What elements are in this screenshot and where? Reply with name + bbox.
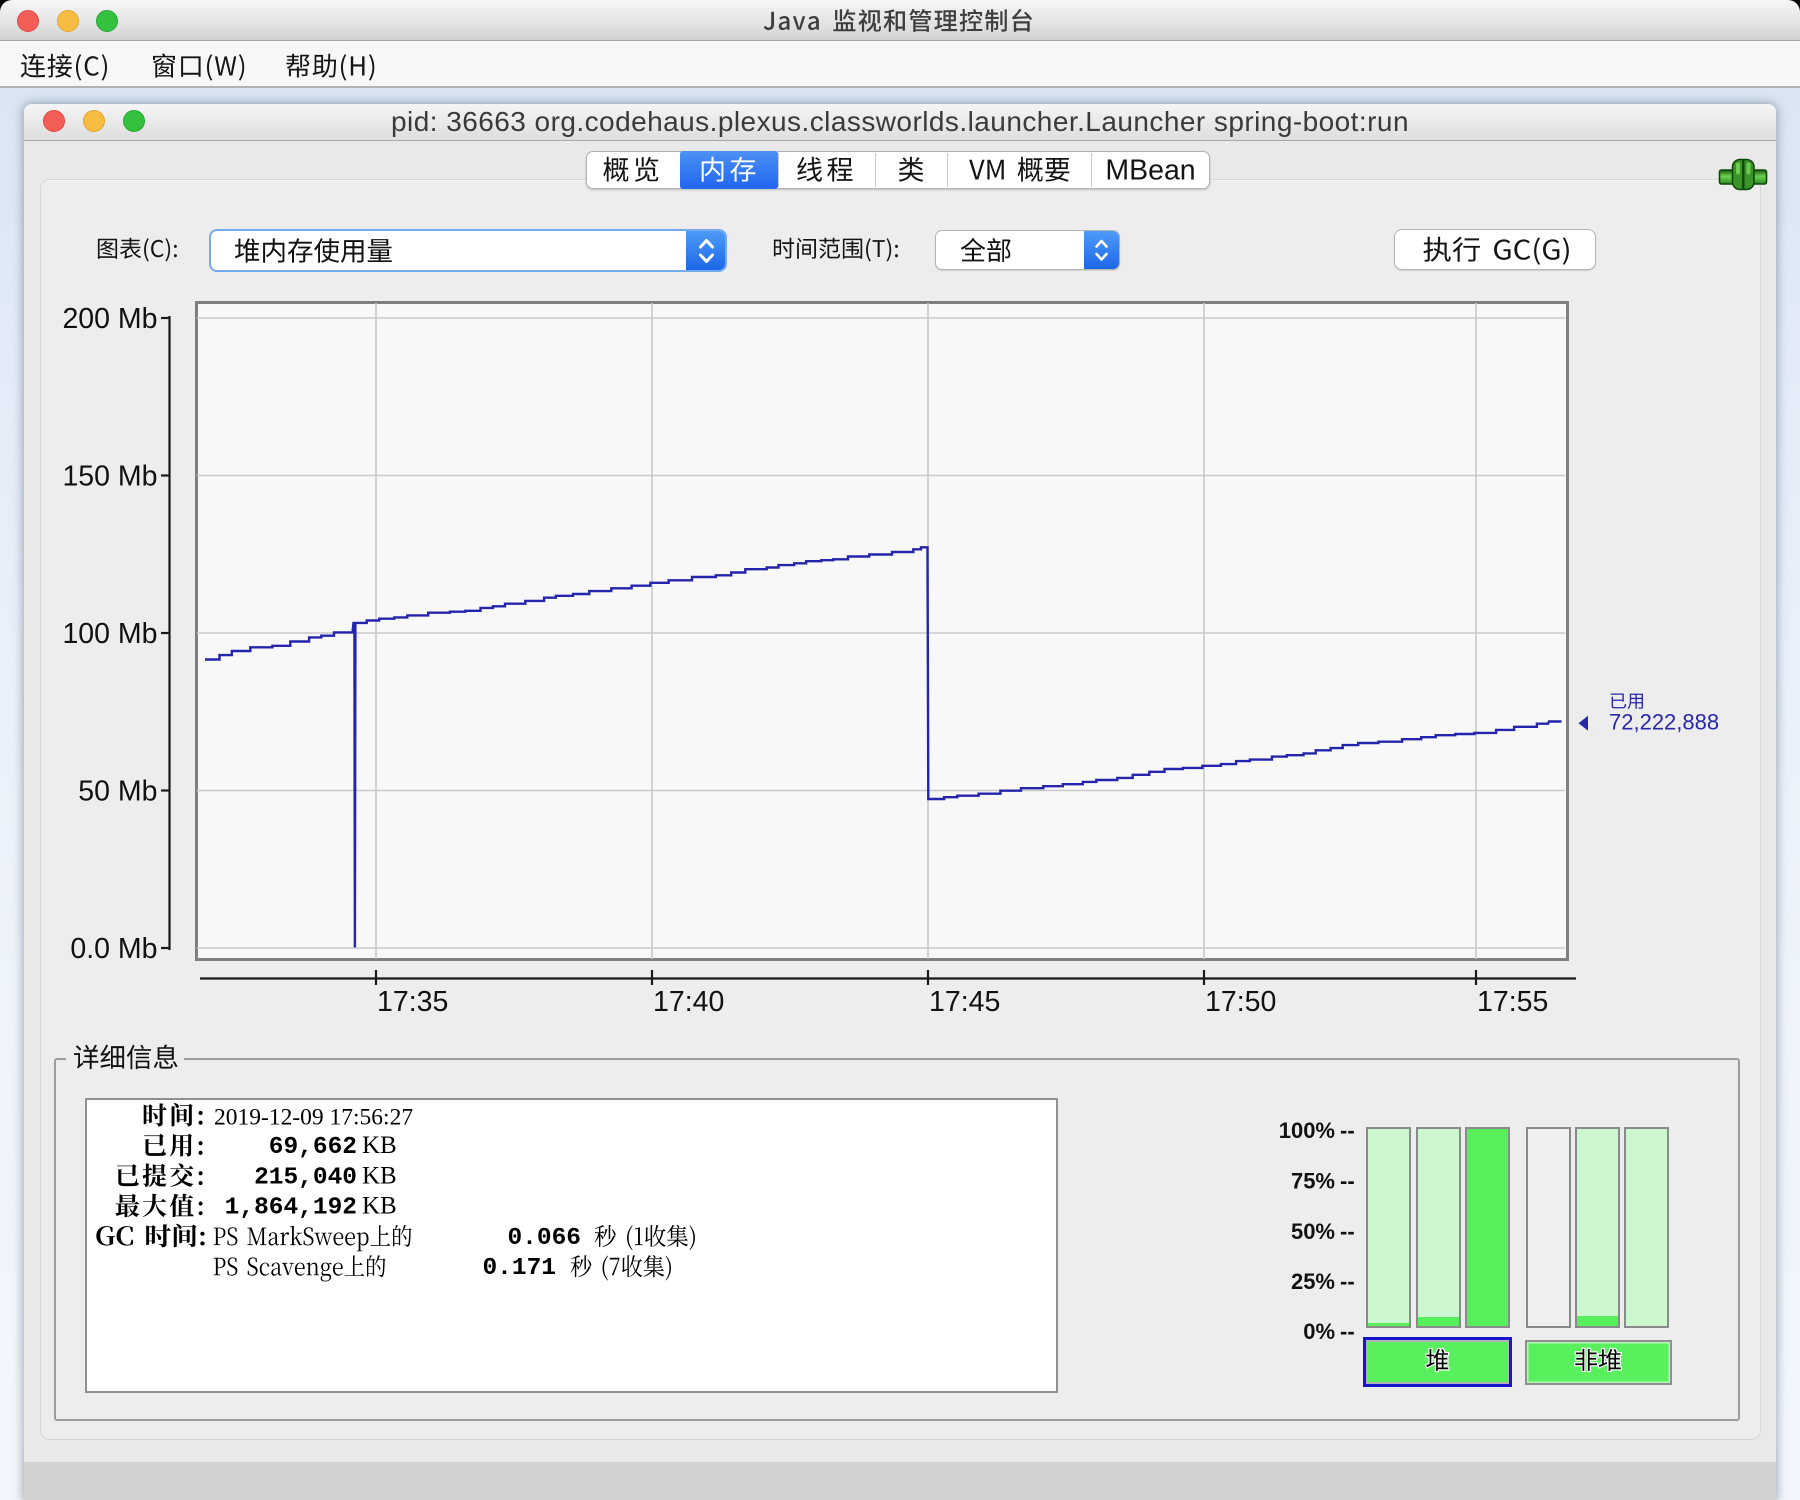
svg-text:17:55: 17:55 bbox=[1477, 986, 1548, 1018]
svg-text:0%: 0% bbox=[1303, 1319, 1335, 1344]
svg-text:2019-12-09 17:56:27: 2019-12-09 17:56:27 bbox=[214, 1104, 413, 1130]
svg-text:215,040: 215,040 bbox=[254, 1164, 357, 1191]
svg-text:69,662: 69,662 bbox=[269, 1134, 357, 1161]
svg-text:MBean: MBean bbox=[1105, 155, 1195, 187]
svg-text:17:40: 17:40 bbox=[653, 986, 724, 1018]
svg-text:100%: 100% bbox=[1279, 1118, 1335, 1143]
svg-text:200 Mb: 200 Mb bbox=[62, 303, 157, 335]
svg-text:0.066: 0.066 bbox=[507, 1225, 581, 1252]
svg-text:pid: 36663 org.codehaus.plexus: pid: 36663 org.codehaus.plexus.classworl… bbox=[391, 106, 1409, 137]
svg-text:50%: 50% bbox=[1291, 1219, 1335, 1244]
svg-text:--: -- bbox=[1340, 1269, 1355, 1294]
svg-text:25%: 25% bbox=[1291, 1269, 1335, 1294]
svg-text:50 Mb: 50 Mb bbox=[78, 776, 157, 808]
svg-text:72,222,888: 72,222,888 bbox=[1609, 710, 1719, 735]
svg-text:17:45: 17:45 bbox=[929, 986, 1000, 1018]
svg-text:--: -- bbox=[1340, 1169, 1355, 1194]
svg-text:0.171: 0.171 bbox=[482, 1255, 556, 1282]
svg-text:--: -- bbox=[1340, 1319, 1355, 1344]
svg-text:KB: KB bbox=[362, 1193, 397, 1220]
svg-text:100 Mb: 100 Mb bbox=[62, 618, 157, 650]
svg-text:KB: KB bbox=[362, 1162, 397, 1189]
svg-text:17:35: 17:35 bbox=[377, 986, 448, 1018]
svg-text:--: -- bbox=[1340, 1219, 1355, 1244]
svg-text:150 Mb: 150 Mb bbox=[62, 461, 157, 493]
svg-text:1,864,192: 1,864,192 bbox=[225, 1195, 357, 1222]
svg-text:--: -- bbox=[1340, 1118, 1355, 1143]
svg-text:0.0 Mb: 0.0 Mb bbox=[70, 933, 157, 965]
svg-text:KB: KB bbox=[362, 1132, 397, 1159]
svg-text:75%: 75% bbox=[1291, 1169, 1335, 1194]
svg-text:17:50: 17:50 bbox=[1205, 986, 1276, 1018]
